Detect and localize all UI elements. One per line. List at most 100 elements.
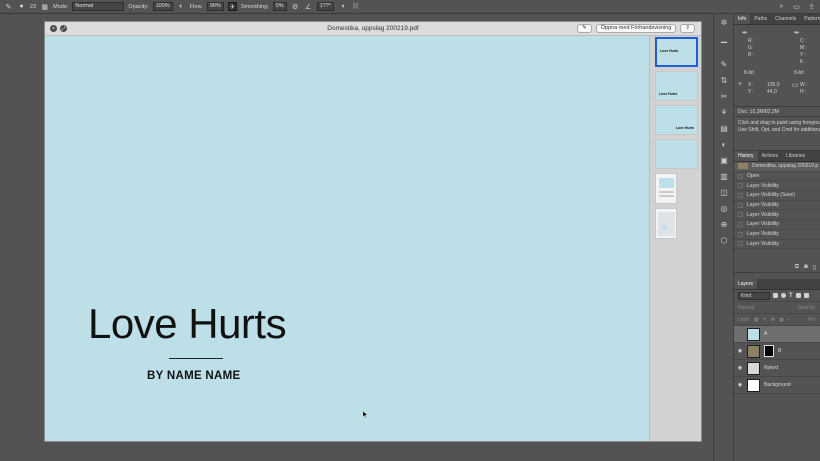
eye-icon[interactable]: ◉ [737, 365, 743, 371]
share-icon[interactable]: ⇪ [807, 2, 816, 11]
layer-row[interactable]: ◉ Nytext [734, 360, 820, 377]
brush-settings-icon[interactable]: ▦ [40, 2, 49, 11]
r-label: R : [748, 38, 755, 44]
c-label: C : [800, 38, 807, 44]
history-item[interactable]: Layer Visibility [734, 240, 820, 250]
tab-channels[interactable]: Channels [771, 14, 800, 24]
symmetry-icon[interactable]: ᛞ [351, 2, 360, 11]
tab-history[interactable]: History [734, 151, 758, 161]
smoothing-label: Smoothing: [240, 3, 269, 10]
info-panel-tabs: Info Paths Channels Patterns [734, 14, 820, 25]
pressure-opacity-icon[interactable]: ◐ [177, 2, 186, 11]
history-snapshot[interactable]: Domestika, uppslag 200219.p [734, 162, 820, 172]
history-item[interactable]: Layer Visibility (Save) [734, 191, 820, 201]
pressure-size-icon[interactable]: ◑ [338, 2, 347, 11]
layer-mask-thumbnail [764, 345, 774, 357]
thumbnail-page-6[interactable]: ♥ [655, 208, 677, 239]
opacity-field[interactable]: 100% [152, 2, 173, 11]
search-icon[interactable]: ⌕ [777, 2, 786, 11]
trash-icon[interactable]: ▯ [813, 264, 816, 271]
camera-icon[interactable]: ◙ [804, 264, 808, 270]
airbrush-icon[interactable]: ✈ [227, 2, 237, 11]
brush-tool-icon[interactable]: ✎ [4, 2, 13, 11]
brush-settings-panel-icon[interactable]: ✲ [714, 14, 734, 30]
tab-layers[interactable]: Layers [734, 279, 758, 289]
3d-icon[interactable]: ⬡ [714, 232, 734, 248]
smart-object-filter-icon[interactable] [803, 293, 809, 298]
eye-icon[interactable]: ◉ [737, 348, 743, 354]
markup-icon[interactable]: ✎ [577, 24, 592, 33]
lock-all-icon[interactable]: ▪ [788, 317, 790, 323]
tab-info[interactable]: Info [734, 14, 751, 24]
history-item[interactable]: Layer Visibility [734, 201, 820, 211]
history-item[interactable]: Layer Visibility [734, 181, 820, 192]
history-state-icon [738, 221, 743, 227]
layer-thumbnail [747, 344, 760, 358]
history-item[interactable]: Open [734, 172, 820, 182]
properties-icon[interactable]: ▤ [714, 120, 734, 136]
lock-pixels-icon[interactable]: ▦ [754, 317, 759, 323]
layer-thumbnail [747, 327, 760, 341]
tab-actions[interactable]: Actions [758, 151, 782, 161]
lock-move-icon[interactable]: ✥ [771, 317, 775, 323]
navigator-icon[interactable]: ◎ [714, 200, 734, 216]
snapshot-label: Domestika, uppslag 200219.p [752, 163, 819, 170]
history-state-icon [738, 173, 743, 179]
gradients-icon[interactable]: ▥ [714, 168, 734, 184]
artboard-icon[interactable]: ▣ [779, 317, 784, 323]
share-icon[interactable]: ⇪ [680, 24, 695, 33]
smoothing-field[interactable]: 0% [272, 2, 287, 11]
history-item-label: Layer Visibility [747, 202, 779, 209]
history-item[interactable]: Layer Visibility [734, 230, 820, 240]
styles-icon[interactable]: ◫ [714, 184, 734, 200]
snapshot-thumbnail [738, 163, 748, 170]
flow-field[interactable]: 90% [206, 2, 224, 11]
shape-filter-icon[interactable] [795, 293, 801, 298]
thumbnail-page-5[interactable] [655, 173, 677, 204]
slide-subtitle: BY NAME NAME [147, 370, 241, 382]
layer-row[interactable]: A [734, 326, 820, 343]
layer-row[interactable]: ◉ B [734, 343, 820, 360]
histogram-icon[interactable]: ▁ [714, 30, 734, 46]
open-with-preview-button[interactable]: Öppna med Förhandsvisning [595, 24, 677, 33]
info-panel: ✒ R : G : B : 8-bit ✒ C : M : Y : K : 8-… [734, 25, 820, 107]
tab-paths[interactable]: Paths [750, 14, 771, 24]
y-value: 44,0 [767, 89, 777, 95]
new-document-icon[interactable]: ⧉ [795, 264, 799, 271]
history-item[interactable]: Layer Visibility [734, 220, 820, 230]
gear-icon[interactable]: ⚙ [291, 2, 300, 11]
history-item-label: Layer Visibility [747, 231, 779, 238]
thumbnail-page-4[interactable] [655, 139, 698, 169]
workspace-icon[interactable]: ▭ [792, 2, 801, 11]
adjustments-icon[interactable]: ⇅ [714, 72, 734, 88]
lock-paint-icon[interactable]: ✎ [763, 317, 767, 323]
angle-field[interactable]: 1??° [316, 2, 335, 11]
glyphs-icon[interactable]: ⊕ [714, 216, 734, 232]
thumbnail-page-3[interactable]: Love Hurts [655, 105, 698, 135]
history-footer: ⧉ ◙ ▯ [734, 262, 820, 273]
brush-panel-icon[interactable]: ✎ [714, 56, 734, 72]
type-filter-icon[interactable]: T [789, 293, 793, 299]
history-item[interactable]: Layer Visibility [734, 210, 820, 221]
filter-kind-select[interactable]: Kind [738, 291, 770, 300]
clone-source-icon[interactable]: ⚘ [714, 104, 734, 120]
tab-libraries[interactable]: Libraries [782, 151, 809, 161]
tool-hint: Click and drag to paint using foreground… [734, 117, 820, 151]
layer-row[interactable]: ◉ Background [734, 377, 820, 394]
tool-presets-icon[interactable]: ✂ [714, 88, 734, 104]
history-state-icon [738, 183, 743, 189]
pixel-filter-icon[interactable] [773, 293, 778, 298]
blend-mode-select[interactable]: Normal [738, 305, 754, 311]
thumbnail-title: Love Hurts [660, 49, 679, 53]
history-state-icon [738, 212, 743, 218]
tab-patterns[interactable]: Patterns [800, 14, 820, 24]
brush-preset-icon[interactable]: ● [17, 2, 26, 11]
heart-icon: ♥ [661, 222, 668, 234]
thumbnail-page-2[interactable]: Love Hurts [655, 71, 698, 101]
adjustment-filter-icon[interactable] [781, 293, 786, 298]
thumbnail-page-1[interactable]: Love Hurts [655, 37, 698, 67]
mode-select[interactable]: Normal [72, 2, 125, 11]
swatches-icon[interactable]: ▣ [714, 152, 734, 168]
eye-icon[interactable]: ◉ [737, 382, 743, 388]
color-icon[interactable]: ◐ [714, 136, 734, 152]
